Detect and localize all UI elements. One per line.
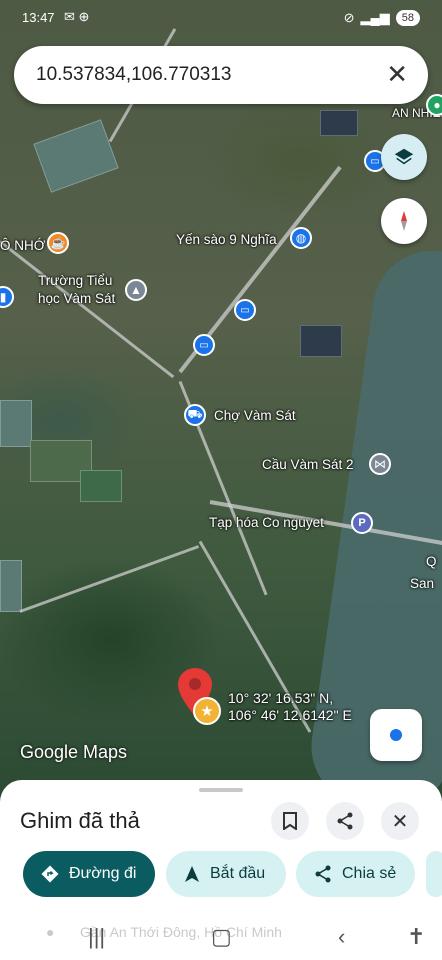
search-query[interactable]: 10.537834,106.770313 bbox=[36, 64, 231, 86]
directions-button[interactable]: Đường đi bbox=[23, 851, 155, 897]
status-time: 13:47 bbox=[22, 10, 55, 25]
satellite-map[interactable]: AN NHIÊN ● ▭ Yến sào 9 Nghĩa ◍ Ô NHỚ ☕ ▮… bbox=[0, 0, 442, 800]
close-icon[interactable]: ✕ bbox=[386, 59, 408, 89]
my-location-button[interactable] bbox=[370, 709, 422, 761]
school-icon[interactable]: ▲ bbox=[125, 279, 147, 301]
pond bbox=[80, 470, 122, 502]
share-button[interactable] bbox=[326, 802, 364, 840]
shopping-bag-icon[interactable]: ◍ bbox=[290, 227, 312, 249]
map-label-cau[interactable]: Cầu Vàm Sát 2 bbox=[262, 457, 354, 472]
location-marker-icon: ● bbox=[46, 924, 55, 940]
navigation-arrow-icon bbox=[185, 866, 199, 882]
status-bar: 13:47 ✉ ⊕ ⊘ ▂▄▆ 58 bbox=[0, 0, 442, 38]
recent-apps-icon[interactable]: ||| bbox=[88, 924, 105, 950]
directions-label: Đường đi bbox=[69, 865, 137, 882]
map-label-q[interactable]: Q bbox=[426, 554, 437, 569]
more-actions-chip[interactable] bbox=[426, 851, 442, 897]
map-label-truong-line1[interactable]: Trường Tiểu bbox=[38, 273, 112, 288]
map-label-san[interactable]: San bbox=[410, 576, 434, 591]
notification-icons: ✉ ⊕ bbox=[64, 9, 90, 24]
market-cart-icon[interactable]: ⛟ bbox=[184, 404, 206, 426]
drag-handle[interactable] bbox=[199, 788, 243, 792]
share-icon bbox=[337, 812, 353, 830]
compass-button[interactable] bbox=[381, 198, 427, 244]
mute-icon: ⊘ bbox=[343, 10, 355, 25]
address-text: Gần An Thới Đông, Hồ Chí Minh bbox=[80, 924, 282, 940]
share-chip-button[interactable]: Chia sẻ bbox=[296, 851, 415, 897]
bridge-icon[interactable]: ⋈ bbox=[369, 453, 391, 475]
system-nav-bar: Gần An Thới Đông, Hồ Chí Minh ● ||| ▢ ‹ … bbox=[0, 916, 442, 960]
cafe-icon[interactable]: ☕ bbox=[47, 232, 69, 254]
back-icon[interactable]: ‹ bbox=[338, 924, 345, 950]
google-maps-watermark: Google Maps bbox=[20, 742, 128, 762]
search-bar[interactable]: 10.537834,106.770313 ✕ bbox=[14, 46, 428, 104]
pond bbox=[33, 119, 119, 193]
pin-longitude: 106° 46' 12.6142" E bbox=[228, 707, 352, 723]
share-icon bbox=[315, 865, 331, 883]
map-label-yen-sao[interactable]: Yến sào 9 Nghĩa bbox=[176, 232, 277, 247]
star-icon: ★ bbox=[193, 697, 221, 725]
road bbox=[0, 240, 175, 379]
compass-icon bbox=[401, 211, 407, 231]
start-label: Bắt đầu bbox=[210, 865, 266, 882]
park-pin-icon[interactable]: ● bbox=[426, 94, 442, 116]
pond bbox=[300, 325, 342, 357]
bus-stop-icon[interactable]: ▭ bbox=[234, 299, 256, 321]
accessibility-icon[interactable]: ✝ bbox=[407, 924, 425, 950]
close-icon: ✕ bbox=[391, 810, 409, 833]
map-label-tap-hoa[interactable]: Tạp hóa Co nguyet bbox=[209, 515, 324, 530]
save-button[interactable] bbox=[271, 802, 309, 840]
share-label: Chia sẻ bbox=[342, 865, 397, 882]
status-icons: ⊘ ▂▄▆ 58 bbox=[344, 10, 420, 26]
home-icon[interactable]: ▢ bbox=[211, 924, 232, 950]
map-label-truong-line2[interactable]: học Vàm Sát bbox=[38, 291, 115, 306]
shop-icon[interactable]: ▮ bbox=[0, 286, 14, 308]
layers-button[interactable] bbox=[381, 134, 427, 180]
pond bbox=[320, 110, 358, 136]
road bbox=[19, 545, 200, 613]
place-title: Ghim đã thả bbox=[20, 808, 140, 833]
location-dot-icon bbox=[390, 729, 402, 741]
signal-icon: ▂▄▆ bbox=[360, 10, 390, 25]
parking-icon[interactable]: P bbox=[351, 512, 373, 534]
pond bbox=[0, 560, 22, 612]
map-label-o-nho[interactable]: Ô NHỚ bbox=[0, 238, 45, 253]
pin-latitude: 10° 32' 16.53" N, bbox=[228, 690, 334, 706]
battery-level: 58 bbox=[395, 10, 420, 26]
layers-icon bbox=[394, 148, 414, 165]
map-label-cho[interactable]: Chợ Vàm Sát bbox=[214, 408, 296, 423]
bus-stop-icon[interactable]: ▭ bbox=[193, 334, 215, 356]
pin-coordinates: 10° 32' 16.53" N, 106° 46' 12.6142" E bbox=[228, 690, 352, 724]
bookmark-icon bbox=[283, 812, 297, 830]
start-button[interactable]: Bắt đầu bbox=[166, 851, 286, 897]
directions-icon bbox=[41, 865, 59, 883]
pond bbox=[0, 400, 32, 447]
close-button[interactable]: ✕ bbox=[381, 802, 419, 840]
